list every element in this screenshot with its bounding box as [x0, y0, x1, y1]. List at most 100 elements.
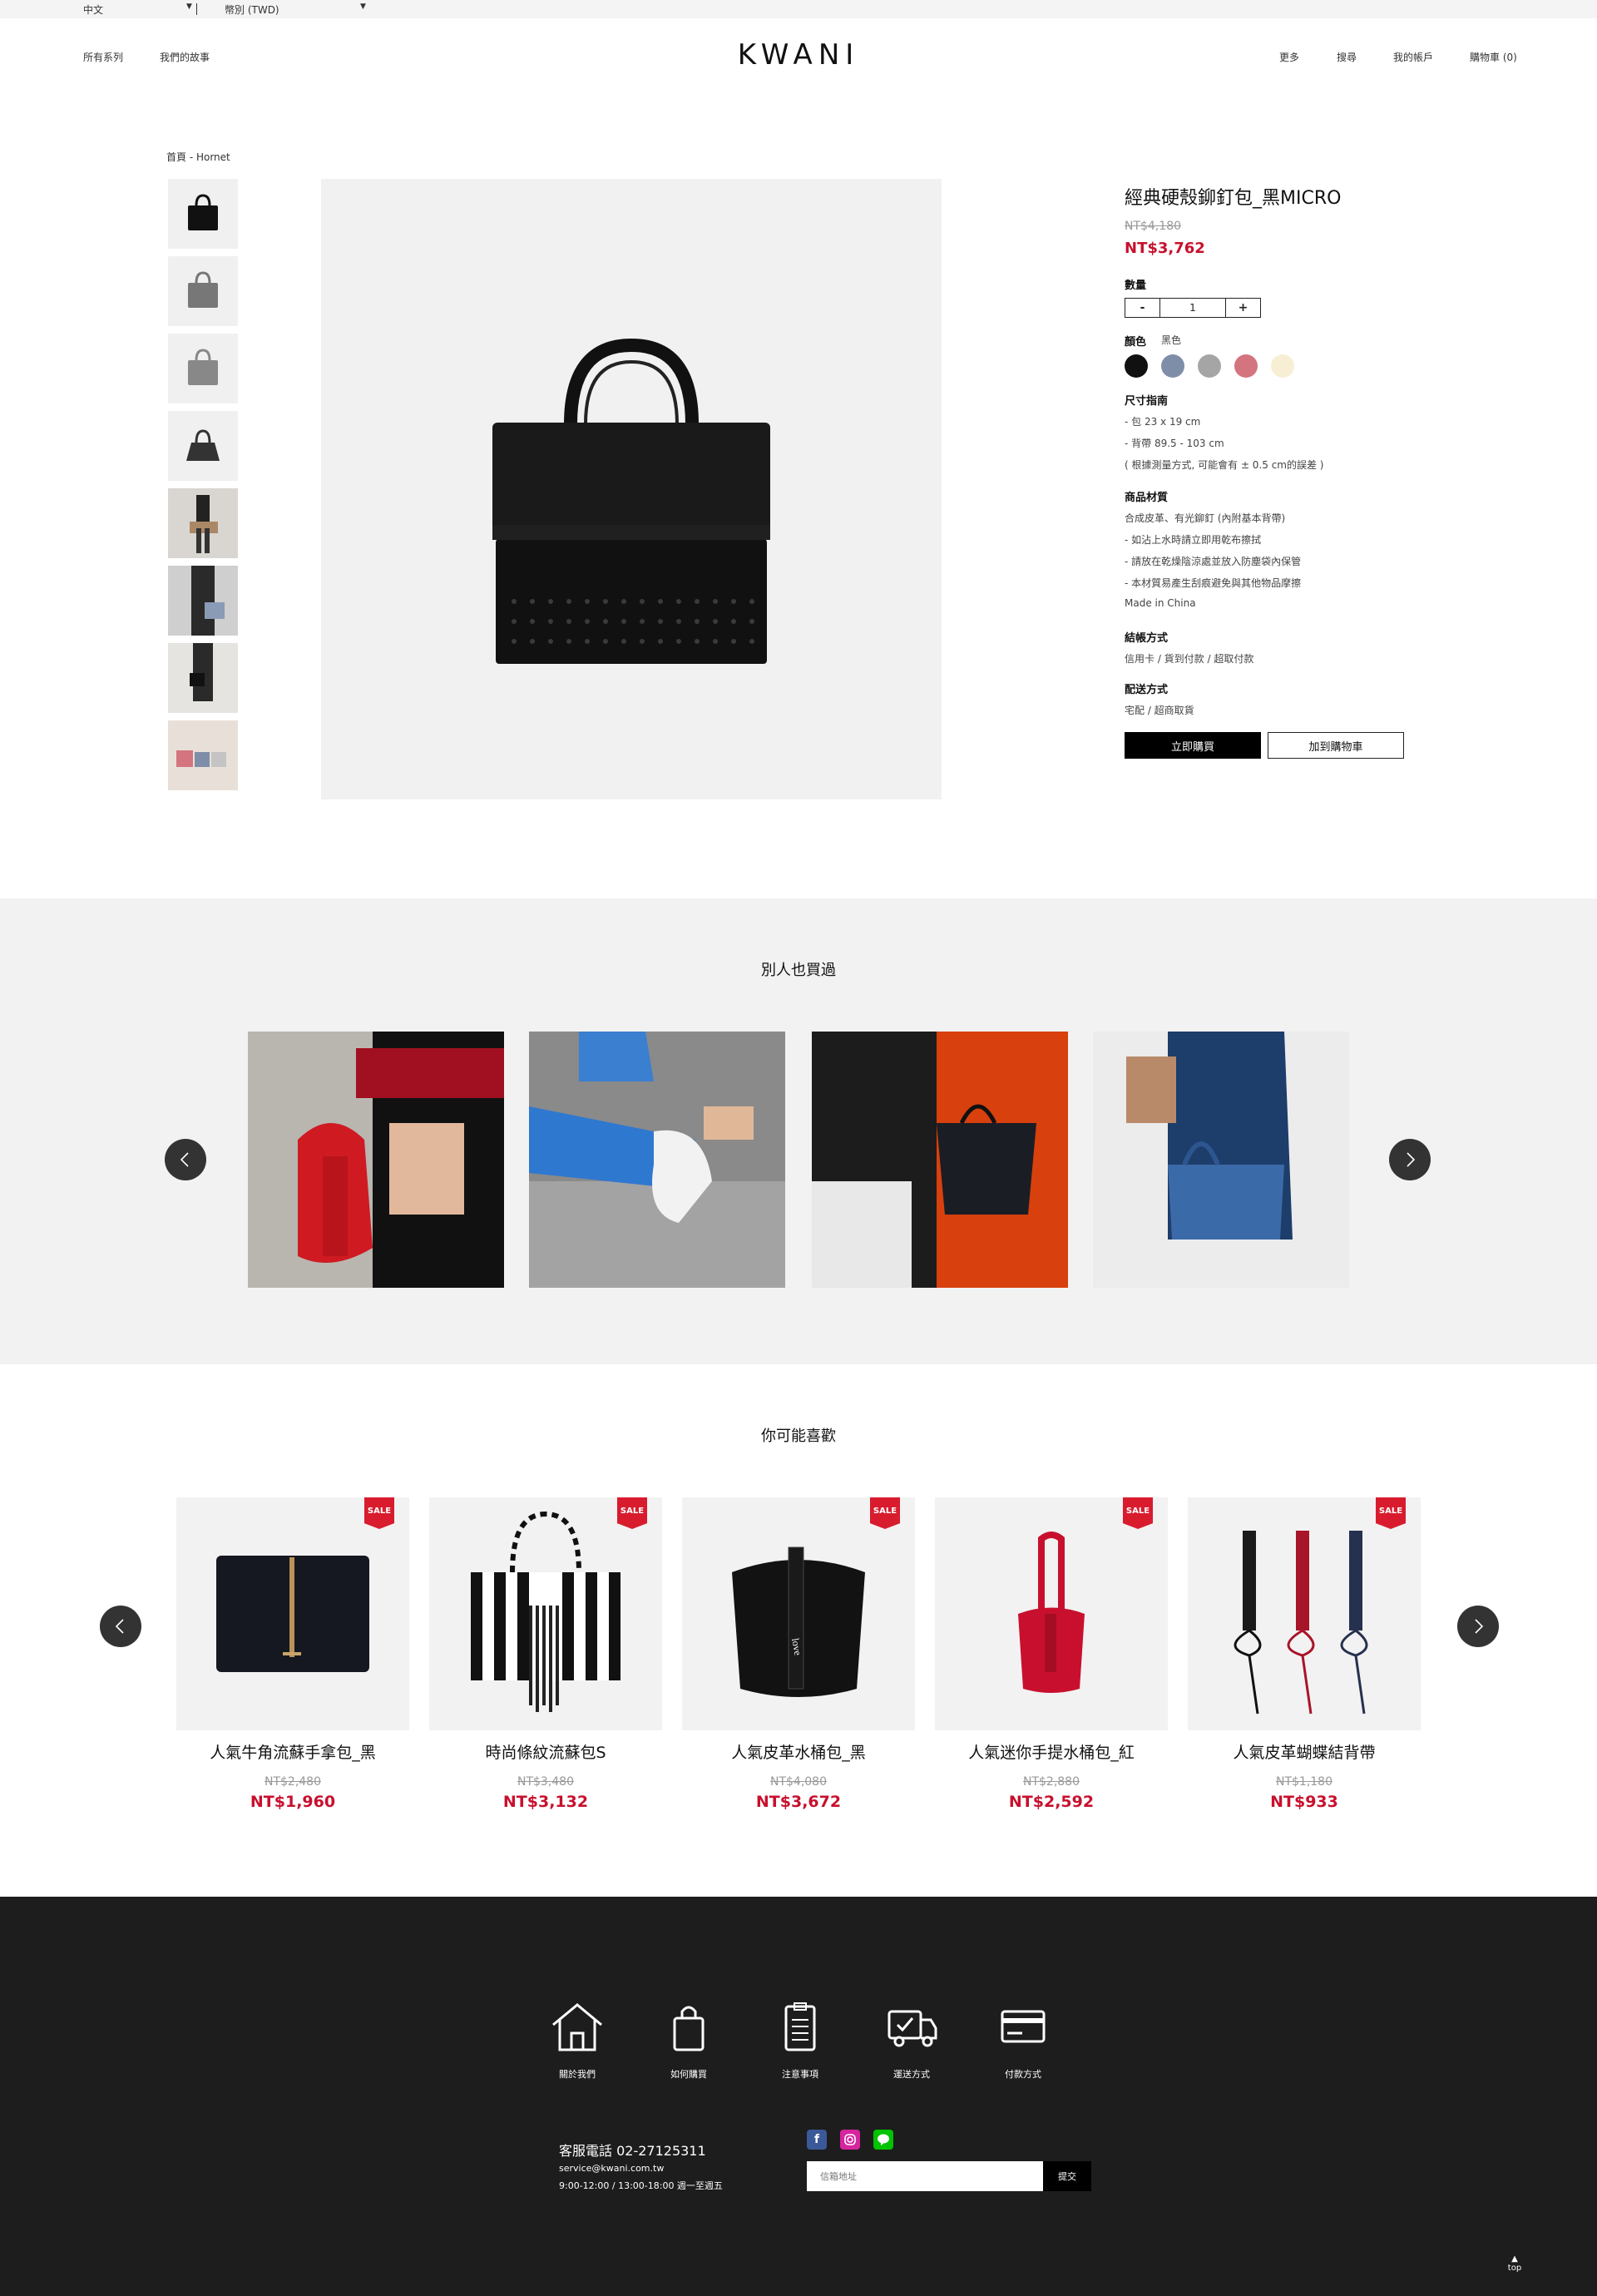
quantity-stepper: - 1 +: [1125, 298, 1261, 318]
thumbnail-7[interactable]: [168, 643, 238, 713]
footer: [0, 1897, 1597, 2296]
chevron-left-icon: [180, 1152, 189, 1167]
clipboard-icon[interactable]: [767, 2000, 833, 2056]
nav-cart[interactable]: 購物車 (0): [1470, 50, 1517, 64]
nav-our-story[interactable]: 我們的故事: [160, 50, 210, 64]
service-email[interactable]: service@kwani.com.tw: [559, 2163, 664, 2174]
shipping-methods: 宅配 / 超商取貨: [1125, 705, 1194, 716]
product-original-price: NT$3,480: [517, 1775, 574, 1789]
product-original-price: NT$1,180: [1275, 1775, 1332, 1789]
thumbnail-8[interactable]: [168, 720, 238, 790]
credit-card-icon[interactable]: [990, 2000, 1056, 2056]
color-swatch-black[interactable]: [1125, 354, 1148, 378]
language-select[interactable]: 中文: [83, 2, 103, 17]
nav-all-collections[interactable]: 所有系列: [83, 50, 123, 64]
footer-payment[interactable]: 付款方式: [973, 2067, 1073, 2081]
quantity-minus-button[interactable]: -: [1125, 299, 1160, 317]
footer-about-us[interactable]: 關於我們: [527, 2067, 627, 2081]
arrow-up-icon: ▲: [1511, 2254, 1518, 2264]
product-card[interactable]: SALE: [1188, 1497, 1421, 1730]
sale-badge: SALE: [364, 1497, 394, 1529]
main-product-image[interactable]: [321, 179, 942, 799]
footer-shipping[interactable]: 運送方式: [862, 2067, 962, 2081]
footer-notes[interactable]: 注意事項: [750, 2067, 850, 2081]
thumbnail-1[interactable]: [168, 179, 238, 249]
thumbnail-3[interactable]: [168, 334, 238, 403]
product-card[interactable]: love SALE: [682, 1497, 915, 1730]
size-line: ( 根據測量方式, 可能會有 ± 0.5 cm的誤差 ): [1125, 459, 1324, 471]
payment-label: 結帳方式: [1125, 632, 1169, 645]
product-name[interactable]: 時尚條紋流蘇包S: [429, 1740, 662, 1763]
divider: [196, 3, 197, 15]
nav-account[interactable]: 我的帳戶: [1393, 50, 1433, 64]
sale-badge: SALE: [617, 1497, 647, 1529]
carousel-prev-button[interactable]: [165, 1139, 206, 1180]
thumbnail-6[interactable]: [168, 566, 238, 636]
chevron-right-icon: [1407, 1152, 1416, 1167]
quantity-input[interactable]: 1: [1160, 299, 1225, 317]
product-sale-price: NT$933: [1270, 1793, 1338, 1811]
product-sale-price: NT$3,132: [502, 1793, 589, 1811]
product-card[interactable]: SALE: [176, 1497, 409, 1730]
product-card[interactable]: SALE: [935, 1497, 1168, 1730]
color-swatch-cream[interactable]: [1271, 354, 1294, 378]
also-bought-photo-2[interactable]: [529, 1032, 785, 1288]
also-bought-title: 別人也買過: [761, 962, 836, 979]
chevron-right-icon: [1475, 1619, 1484, 1634]
newsletter-submit-button[interactable]: 提交: [1043, 2161, 1091, 2191]
quantity-plus-button[interactable]: +: [1225, 299, 1260, 317]
product-title: 經典硬殼鉚釘包_黑MICRO: [1125, 188, 1342, 209]
back-to-top-button[interactable]: ▲ top: [1504, 2254, 1525, 2273]
service-hours: 9:00-12:00 / 13:00-18:00 週一至週五: [559, 2180, 723, 2191]
chevron-down-icon[interactable]: ▼: [360, 2, 366, 11]
also-bought-photo-3[interactable]: [812, 1032, 1068, 1288]
color-swatch-grey[interactable]: [1198, 354, 1221, 378]
product-sale-price: NT$3,672: [755, 1793, 842, 1811]
also-bought-photo-1[interactable]: [248, 1032, 504, 1288]
chevron-down-icon[interactable]: ▼: [186, 2, 192, 11]
facebook-icon[interactable]: f: [807, 2130, 827, 2150]
shopping-bag-icon[interactable]: [655, 2000, 722, 2056]
sale-badge: SALE: [1376, 1497, 1406, 1529]
product-original-price: NT$2,880: [1022, 1775, 1080, 1789]
sale-badge: SALE: [870, 1497, 900, 1529]
footer-how-to-buy[interactable]: 如何購買: [639, 2067, 739, 2081]
newsletter-email-input[interactable]: 信箱地址: [807, 2161, 1043, 2191]
color-swatch-blue[interactable]: [1161, 354, 1184, 378]
size-guide-label: 尺寸指南: [1125, 395, 1169, 408]
logo[interactable]: KWANI: [715, 38, 882, 72]
product-sale-price: NT$1,960: [250, 1793, 336, 1811]
product-card[interactable]: SALE: [429, 1497, 662, 1730]
nav-search[interactable]: 搜尋: [1337, 50, 1357, 64]
product-original-price: NT$4,080: [769, 1775, 827, 1789]
home-icon[interactable]: [544, 2000, 611, 2056]
shipping-label: 配送方式: [1125, 684, 1169, 696]
product-name[interactable]: 人氣牛角流蘇手拿包_黑: [176, 1740, 409, 1763]
chevron-left-icon: [115, 1619, 124, 1634]
recommend-prev-button[interactable]: [100, 1606, 141, 1647]
quantity-label: 數量: [1125, 280, 1147, 292]
line-icon[interactable]: [873, 2130, 893, 2150]
buy-now-button[interactable]: 立即購買: [1125, 732, 1261, 759]
sale-price: NT$3,762: [1125, 240, 1205, 257]
material-line: - 本材質易產生刮痕避免與其他物品摩擦: [1125, 577, 1302, 589]
thumbnail-2[interactable]: [168, 256, 238, 326]
product-name[interactable]: 人氣迷你手提水桶包_紅: [935, 1740, 1168, 1763]
instagram-icon[interactable]: [840, 2130, 860, 2150]
breadcrumb[interactable]: 首頁 - Hornet: [166, 150, 230, 164]
carousel-next-button[interactable]: [1389, 1139, 1431, 1180]
nav-more[interactable]: 更多: [1279, 50, 1299, 64]
currency-select[interactable]: 幣別 (TWD): [225, 2, 279, 17]
color-swatch-pink[interactable]: [1234, 354, 1258, 378]
also-bought-photo-4[interactable]: [1093, 1032, 1349, 1288]
add-to-cart-button[interactable]: 加到購物車: [1268, 732, 1404, 759]
recommend-next-button[interactable]: [1457, 1606, 1499, 1647]
product-name[interactable]: 人氣皮革蝴蝶結背帶: [1188, 1740, 1421, 1763]
sale-badge: SALE: [1123, 1497, 1153, 1529]
truck-icon[interactable]: [878, 2000, 945, 2056]
color-label: 顏色: [1125, 336, 1147, 349]
thumbnail-4[interactable]: [168, 411, 238, 481]
product-name[interactable]: 人氣皮革水桶包_黑: [682, 1740, 915, 1763]
size-line: - 包 23 x 19 cm: [1125, 416, 1201, 428]
thumbnail-5[interactable]: [168, 488, 238, 558]
